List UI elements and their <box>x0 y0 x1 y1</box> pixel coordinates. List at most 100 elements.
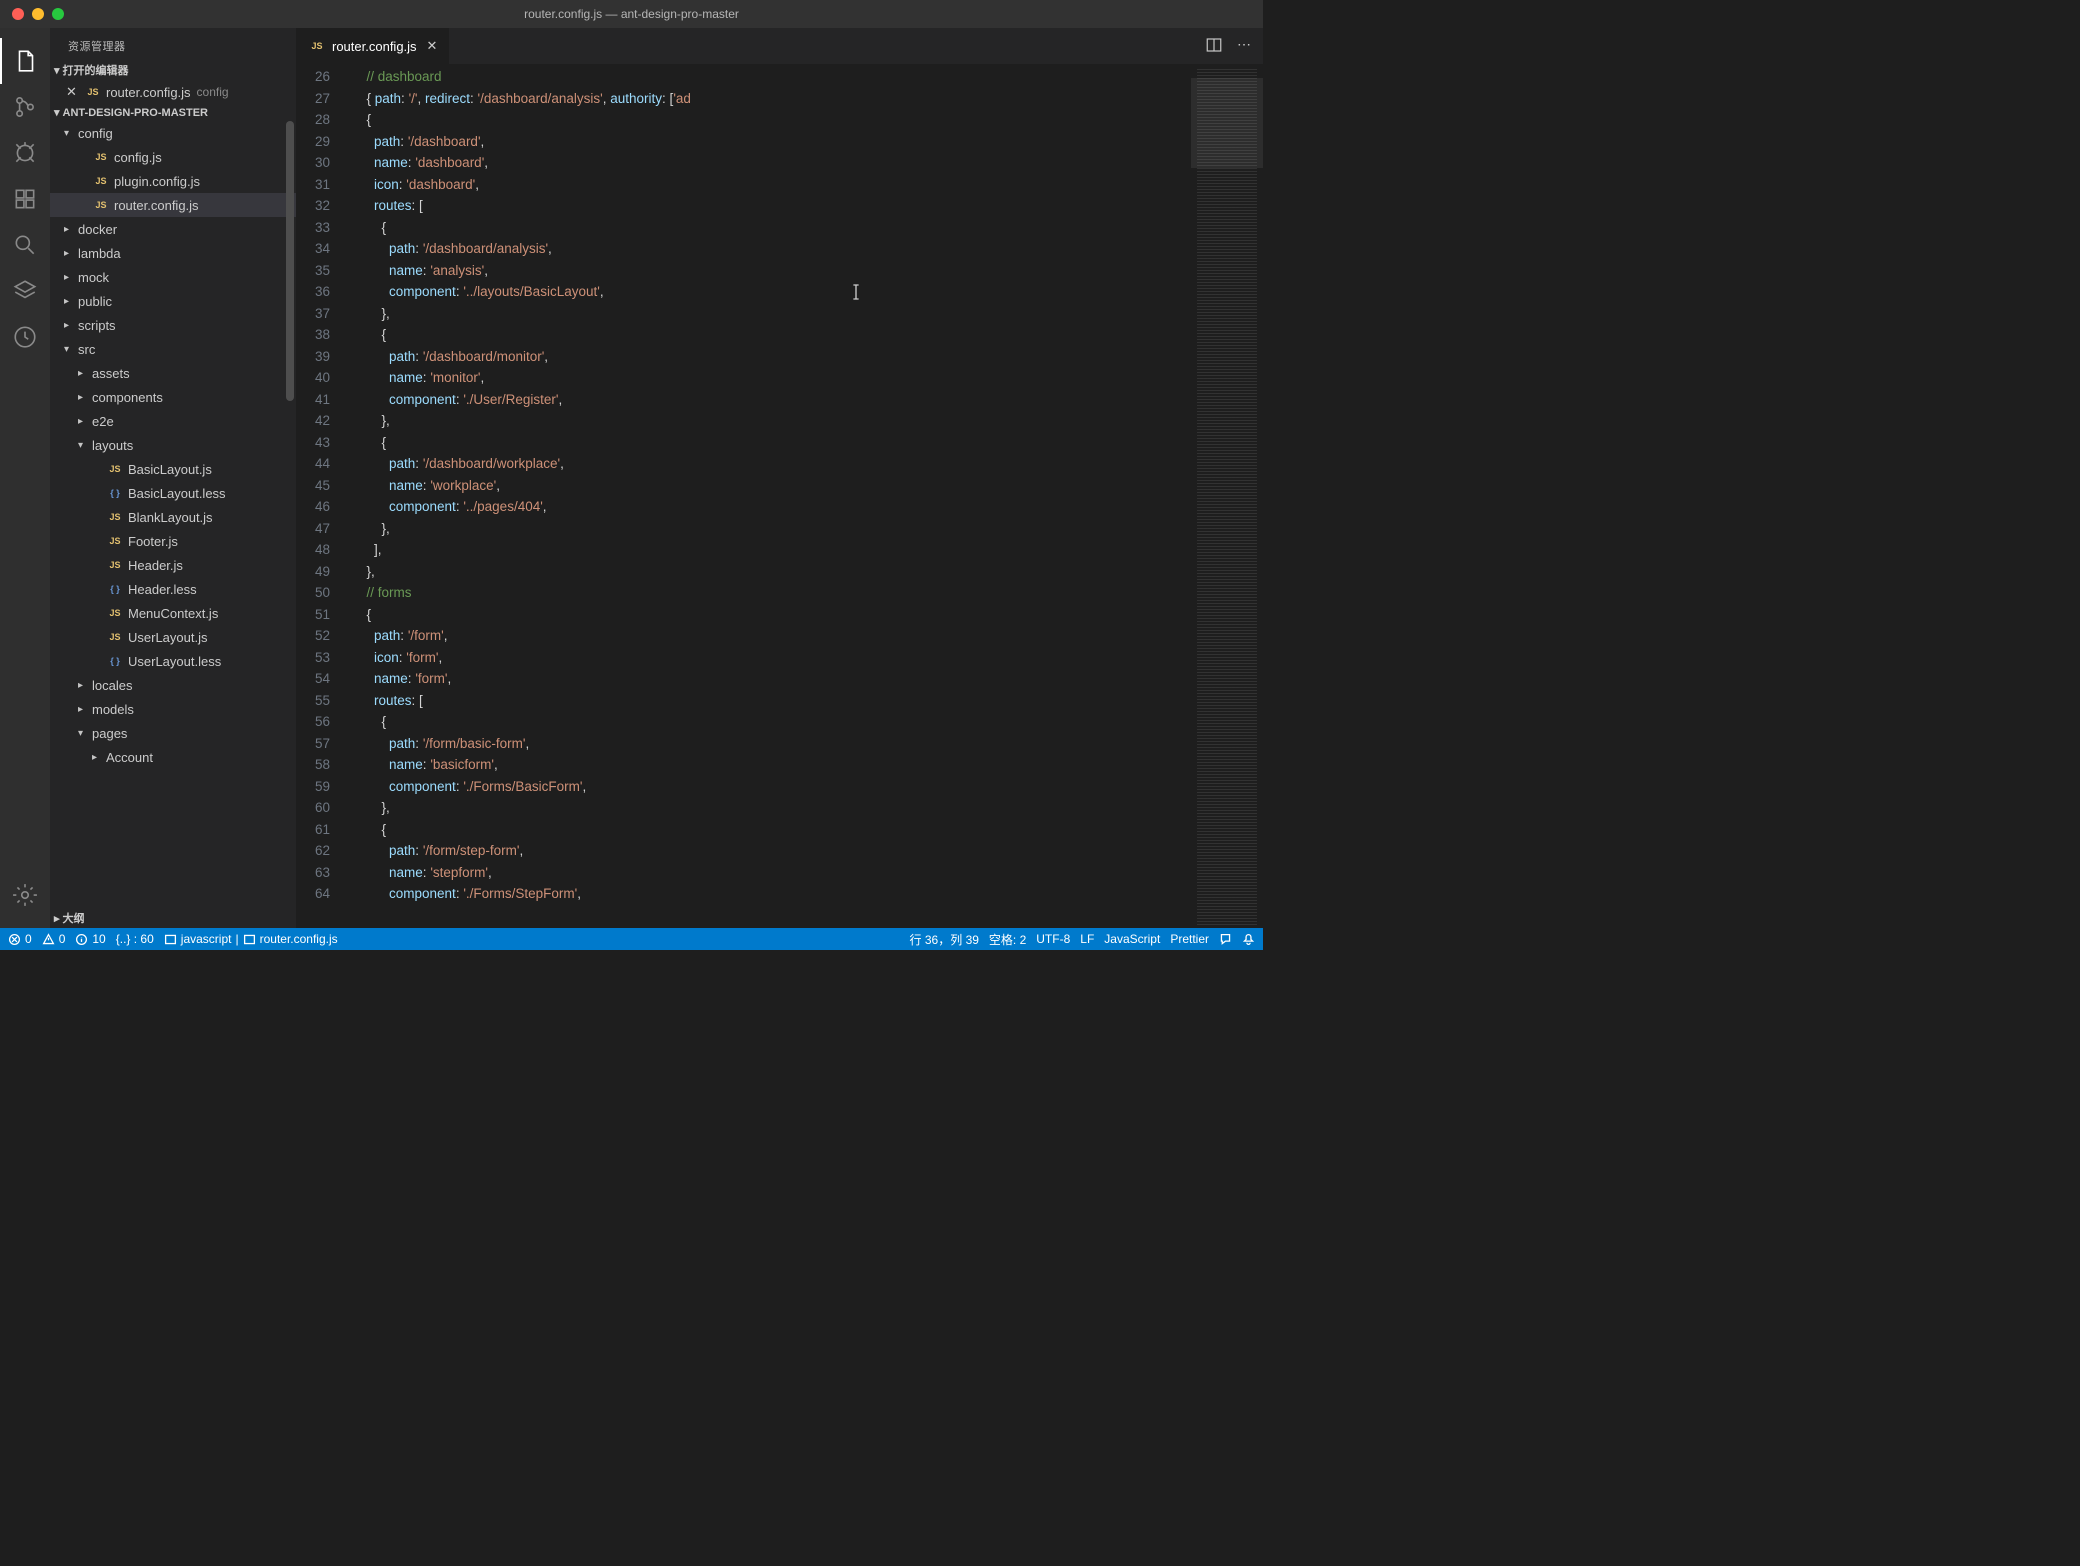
project-header[interactable]: ▾ ANT-DESIGN-PRO-MASTER <box>50 104 296 121</box>
tree-item-label: BlankLayout.js <box>128 510 213 525</box>
line-gutter: 2627282930313233343536373839404142434445… <box>296 64 344 928</box>
warnings-status[interactable]: 0 <box>42 932 66 946</box>
js-file-icon: JS <box>92 200 110 210</box>
tree-item-label: UserLayout.js <box>128 630 207 645</box>
open-editors-label: 打开的编辑器 <box>63 62 129 78</box>
code-editor[interactable]: 2627282930313233343536373839404142434445… <box>296 64 1263 928</box>
folder-item[interactable]: ▸docker <box>50 217 296 241</box>
chevron-right-icon: ▸ <box>78 704 92 715</box>
maximize-window-button[interactable] <box>52 8 64 20</box>
layers-icon[interactable] <box>0 268 50 314</box>
code-content[interactable]: // dashboard { path: '/', redirect: '/da… <box>344 64 1263 928</box>
folder-item[interactable]: ▸scripts <box>50 313 296 337</box>
minimap-viewport[interactable] <box>1191 78 1263 168</box>
file-item[interactable]: JSHeader.js <box>50 553 296 577</box>
sidebar-title: 资源管理器 <box>50 28 296 60</box>
file-item[interactable]: { }Header.less <box>50 577 296 601</box>
cursor-position[interactable]: 行 36，列 39 <box>910 931 979 948</box>
activity-bar <box>0 28 50 928</box>
tab-label: router.config.js <box>332 39 417 54</box>
more-actions-icon[interactable]: ⋯ <box>1237 36 1251 57</box>
folder-item[interactable]: ▾config <box>50 121 296 145</box>
explorer-icon[interactable] <box>0 38 50 84</box>
eol-status[interactable]: LF <box>1080 932 1094 946</box>
chevron-right-icon: ▸ <box>78 416 92 427</box>
open-editor-item[interactable]: ✕JSrouter.config.jsconfig <box>50 80 296 104</box>
outline-header[interactable]: ▸ 大纲 <box>50 908 296 928</box>
folder-item[interactable]: ▸e2e <box>50 409 296 433</box>
folder-item[interactable]: ▸models <box>50 697 296 721</box>
tree-item-label: public <box>78 294 112 309</box>
tree-item-label: lambda <box>78 246 121 261</box>
minimap[interactable] <box>1191 64 1263 928</box>
chevron-down-icon: ▾ <box>64 344 78 355</box>
chevron-right-icon: ▸ <box>64 248 78 259</box>
folder-item[interactable]: ▸assets <box>50 361 296 385</box>
tree-item-label: locales <box>92 678 132 693</box>
folder-item[interactable]: ▸lambda <box>50 241 296 265</box>
folder-item[interactable]: ▸Account <box>50 745 296 769</box>
folder-item[interactable]: ▸locales <box>50 673 296 697</box>
file-item[interactable]: JS BlankLayout.js <box>50 505 296 529</box>
file-item[interactable]: { }UserLayout.less <box>50 649 296 673</box>
minimize-window-button[interactable] <box>32 8 44 20</box>
folder-item[interactable]: ▾src <box>50 337 296 361</box>
sidebar-scrollbar[interactable] <box>286 121 294 401</box>
info-status[interactable]: 10 <box>75 932 105 946</box>
feedback-icon[interactable] <box>1219 933 1232 946</box>
open-editors-list: ✕JSrouter.config.jsconfig <box>50 80 296 104</box>
bell-icon[interactable] <box>1242 933 1255 946</box>
window-controls <box>0 8 64 20</box>
search-icon[interactable] <box>0 222 50 268</box>
js-file-icon: JS <box>106 632 124 642</box>
folder-item[interactable]: ▸mock <box>50 265 296 289</box>
editor-tab[interactable]: JS router.config.js ✕ <box>296 28 449 64</box>
project-name: ANT-DESIGN-PRO-MASTER <box>63 107 208 119</box>
js-file-icon: JS <box>106 512 124 522</box>
close-icon[interactable]: ✕ <box>66 84 80 100</box>
file-tree: ▾configJSconfig.jsJSplugin.config.jsJSro… <box>50 121 296 769</box>
settings-gear-icon[interactable] <box>0 872 50 918</box>
file-name: router.config.js <box>106 85 191 100</box>
tree-item-label: pages <box>92 726 127 741</box>
outline-label: 大纲 <box>63 910 85 926</box>
indent-status[interactable]: 空格: 2 <box>989 931 1026 948</box>
tree-item-label: config <box>78 126 113 141</box>
folder-item[interactable]: ▸components <box>50 385 296 409</box>
tree-item-label: Footer.js <box>128 534 178 549</box>
split-editor-icon[interactable] <box>1205 36 1223 57</box>
less-file-icon: { } <box>106 656 124 666</box>
open-editors-header[interactable]: ▾ 打开的编辑器 <box>50 60 296 80</box>
file-item[interactable]: { }BasicLayout.less <box>50 481 296 505</box>
folder-item[interactable]: ▸public <box>50 289 296 313</box>
tree-item-label: docker <box>78 222 117 237</box>
errors-status[interactable]: 0 <box>8 932 32 946</box>
file-item[interactable]: JSplugin.config.js <box>50 169 296 193</box>
close-tab-icon[interactable]: ✕ <box>427 38 438 54</box>
brackets-status[interactable]: {..} : 60 <box>116 932 154 946</box>
extensions-icon[interactable] <box>0 176 50 222</box>
chevron-right-icon: ▸ <box>64 320 78 331</box>
tree-item-label: MenuContext.js <box>128 606 218 621</box>
close-window-button[interactable] <box>12 8 24 20</box>
language-status[interactable]: JavaScript <box>1104 932 1160 946</box>
lang-left[interactable]: javascript | router.config.js <box>164 932 338 946</box>
tree-item-label: e2e <box>92 414 114 429</box>
source-control-icon[interactable] <box>0 84 50 130</box>
encoding-status[interactable]: UTF-8 <box>1036 932 1070 946</box>
folder-item[interactable]: ▾layouts <box>50 433 296 457</box>
chevron-right-icon: ▸ <box>64 224 78 235</box>
file-item[interactable]: JSrouter.config.js <box>50 193 296 217</box>
folder-item[interactable]: ▾pages <box>50 721 296 745</box>
file-item[interactable]: JSMenuContext.js <box>50 601 296 625</box>
gitlens-icon[interactable] <box>0 314 50 360</box>
debug-icon[interactable] <box>0 130 50 176</box>
tree-item-label: plugin.config.js <box>114 174 200 189</box>
file-item[interactable]: JSFooter.js <box>50 529 296 553</box>
tree-item-label: BasicLayout.js <box>128 462 212 477</box>
prettier-status[interactable]: Prettier <box>1170 932 1209 946</box>
tree-item-label: Header.js <box>128 558 183 573</box>
file-item[interactable]: JSconfig.js <box>50 145 296 169</box>
file-item[interactable]: JS UserLayout.js <box>50 625 296 649</box>
file-item[interactable]: JSBasicLayout.js <box>50 457 296 481</box>
